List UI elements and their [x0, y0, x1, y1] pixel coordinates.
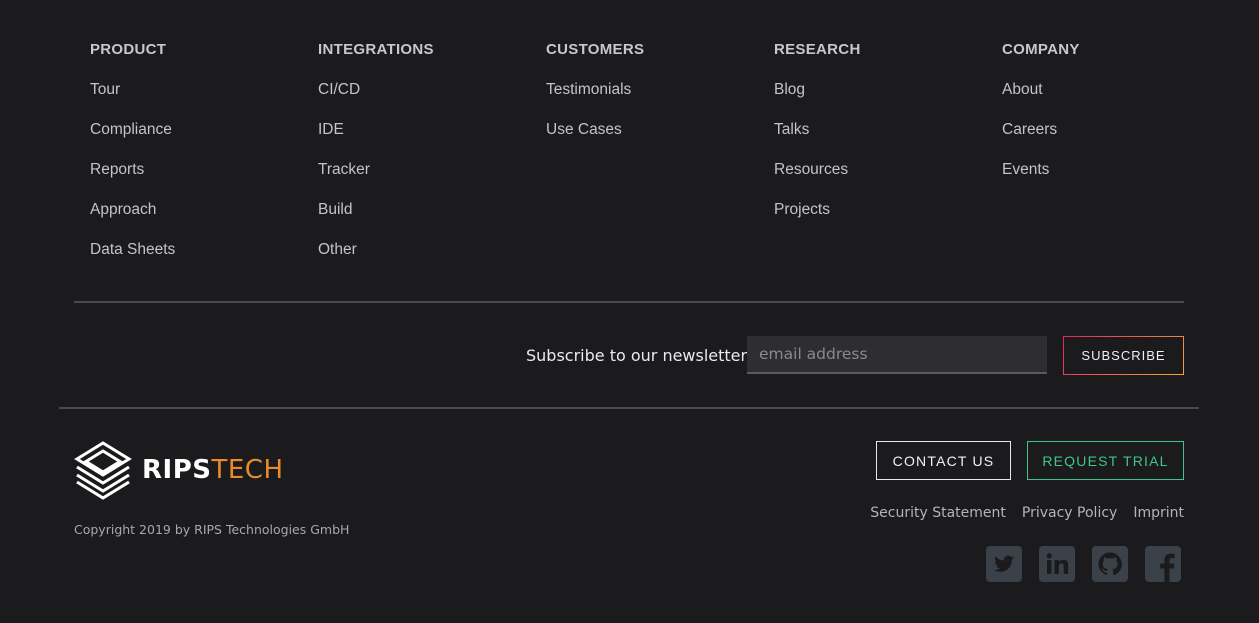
- nav-link-ci-cd[interactable]: CI/CD: [318, 80, 546, 100]
- nav-link-other[interactable]: Other: [318, 240, 546, 260]
- facebook-icon[interactable]: [1145, 546, 1181, 582]
- nav-link-tracker[interactable]: Tracker: [318, 160, 546, 180]
- imprint-link[interactable]: Imprint: [1133, 505, 1184, 521]
- nav-link-tour[interactable]: Tour: [90, 80, 318, 100]
- divider: [59, 407, 1199, 409]
- nav-heading: PRODUCT: [90, 41, 167, 58]
- newsletter-email-input[interactable]: [747, 336, 1047, 374]
- nav-link-data-sheets[interactable]: Data Sheets: [90, 240, 318, 260]
- security-statement-link[interactable]: Security Statement: [870, 505, 1006, 521]
- nav-heading: INTEGRATIONS: [318, 41, 434, 58]
- newsletter-label: Subscribe to our newsletter: [526, 346, 748, 365]
- brand-name-light: TECH: [211, 455, 284, 485]
- nav-column-company: COMPANY About Careers Events: [1002, 40, 1230, 280]
- nav-column-product: PRODUCT Tour Compliance Reports Approach…: [90, 40, 318, 280]
- ripstech-logo[interactable]: RIPSTECH: [74, 440, 284, 500]
- privacy-policy-link[interactable]: Privacy Policy: [1022, 505, 1117, 521]
- legal-links: Security Statement Privacy Policy Imprin…: [870, 505, 1184, 521]
- nav-link-build[interactable]: Build: [318, 200, 546, 220]
- nav-link-resources[interactable]: Resources: [774, 160, 1002, 180]
- nav-link-talks[interactable]: Talks: [774, 120, 1002, 140]
- subscribe-button[interactable]: SUBSCRIBE: [1063, 336, 1184, 375]
- contact-us-button[interactable]: CONTACT US: [876, 441, 1011, 480]
- nav-heading: RESEARCH: [774, 41, 861, 58]
- nav-link-projects[interactable]: Projects: [774, 200, 1002, 220]
- nav-column-customers: CUSTOMERS Testimonials Use Cases: [546, 40, 774, 280]
- nav-link-reports[interactable]: Reports: [90, 160, 318, 180]
- github-icon[interactable]: [1092, 546, 1128, 582]
- footer-nav-columns: PRODUCT Tour Compliance Reports Approach…: [90, 40, 1230, 280]
- nav-link-compliance[interactable]: Compliance: [90, 120, 318, 140]
- nav-link-ide[interactable]: IDE: [318, 120, 546, 140]
- nav-heading: COMPANY: [1002, 41, 1080, 58]
- nav-link-careers[interactable]: Careers: [1002, 120, 1230, 140]
- layers-logo-icon: [74, 441, 132, 500]
- nav-heading: CUSTOMERS: [546, 41, 645, 58]
- brand-name: RIPSTECH: [142, 455, 284, 485]
- nav-link-use-cases[interactable]: Use Cases: [546, 120, 774, 140]
- linkedin-icon[interactable]: [1039, 546, 1075, 582]
- nav-link-about[interactable]: About: [1002, 80, 1230, 100]
- nav-link-testimonials[interactable]: Testimonials: [546, 80, 774, 100]
- request-trial-button[interactable]: REQUEST TRIAL: [1027, 441, 1184, 480]
- nav-column-research: RESEARCH Blog Talks Resources Projects: [774, 40, 1002, 280]
- twitter-icon[interactable]: [986, 546, 1022, 582]
- nav-link-blog[interactable]: Blog: [774, 80, 1002, 100]
- nav-link-approach[interactable]: Approach: [90, 200, 318, 220]
- brand-name-bold: RIPS: [142, 455, 212, 485]
- nav-column-integrations: INTEGRATIONS CI/CD IDE Tracker Build Oth…: [318, 40, 546, 280]
- copyright-text: Copyright 2019 by RIPS Technologies GmbH: [74, 522, 350, 537]
- social-links: [986, 546, 1181, 582]
- nav-link-events[interactable]: Events: [1002, 160, 1230, 180]
- divider: [74, 301, 1184, 303]
